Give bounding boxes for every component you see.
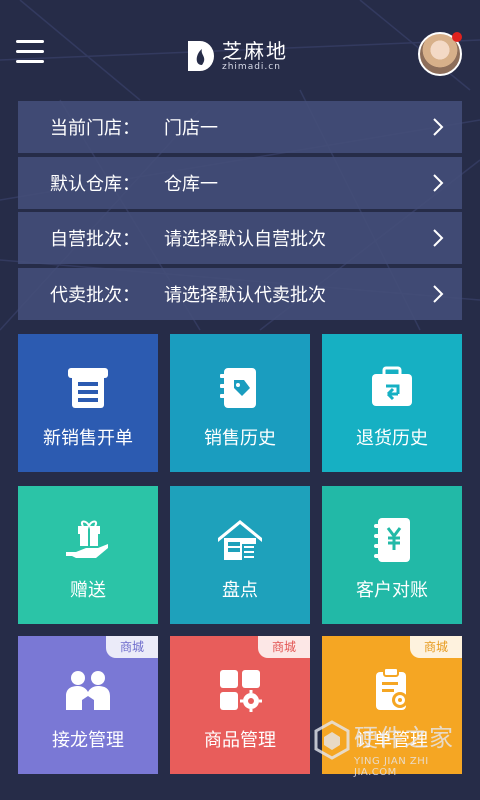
chevron-right-icon	[433, 173, 444, 192]
mall-tag: 商城	[258, 636, 310, 658]
mall-tag: 商城	[410, 636, 462, 658]
tile-customer-statement[interactable]: 客户对账	[322, 486, 462, 624]
tile-label: 退货历史	[356, 428, 428, 449]
row-value: 请选择默认代卖批次	[164, 284, 326, 306]
tile-gift[interactable]: 赠送	[18, 486, 158, 624]
tile-label: 销售历史	[204, 428, 276, 449]
tile-label: 新销售开单	[43, 428, 133, 449]
tile-label: 赠送	[70, 580, 106, 601]
tile-new-sale[interactable]: 新销售开单	[18, 334, 158, 472]
watermark-title: 硬件之家	[354, 724, 454, 752]
settings-row-consign-batch[interactable]: 代卖批次： 请选择默认代卖批次	[18, 267, 462, 320]
tile-label: 商品管理	[204, 730, 276, 751]
settings-row-warehouse[interactable]: 默认仓库： 仓库一	[18, 156, 462, 209]
row-value: 仓库一	[164, 173, 218, 195]
tile-sales-history[interactable]: 销售历史	[170, 334, 310, 472]
chevron-right-icon	[433, 118, 444, 136]
tile-label: 客户对账	[356, 580, 428, 601]
logo-subtitle: zhimadi.cn	[222, 62, 281, 72]
gift-hand-icon	[66, 520, 108, 558]
grid-gear-icon	[220, 670, 262, 712]
chevron-right-icon	[433, 284, 444, 303]
return-box-icon	[372, 366, 412, 406]
settings-row-store[interactable]: 当前门店： 门店一	[18, 101, 462, 153]
row-label: 代卖批次：	[50, 284, 140, 306]
watermark: 硬件之家 YING JIAN ZHI JIA.COM	[312, 712, 472, 782]
tile-inventory[interactable]: 盘点	[170, 486, 310, 624]
app-logo: 芝麻地 zhimadi.cn	[186, 36, 288, 76]
ledger-yen-icon	[374, 518, 410, 562]
watermark-logo-icon	[314, 720, 350, 760]
tile-relay-management[interactable]: 商城 接龙管理	[18, 636, 158, 774]
menu-icon[interactable]	[16, 40, 44, 64]
settings-list: 当前门店： 门店一 默认仓库： 仓库一 自营批次： 请选择默认自营批次 代卖批次…	[18, 101, 462, 323]
notebook-tag-icon	[220, 368, 256, 408]
logo-title: 芝麻地	[222, 39, 288, 63]
row-value: 门店一	[164, 118, 218, 139]
tile-product-management[interactable]: 商城 商品管理	[170, 636, 310, 774]
chevron-right-icon	[433, 229, 444, 247]
cashier-icon	[68, 368, 108, 408]
warehouse-icon	[218, 520, 262, 560]
header: 芝麻地 zhimadi.cn	[0, 0, 480, 100]
notification-dot	[452, 32, 462, 42]
people-icon	[66, 671, 110, 710]
row-label: 默认仓库：	[50, 173, 140, 195]
row-label: 自营批次：	[50, 229, 140, 250]
tile-label: 接龙管理	[52, 730, 124, 751]
settings-row-self-batch[interactable]: 自营批次： 请选择默认自营批次	[18, 212, 462, 264]
row-label: 当前门店：	[50, 118, 140, 139]
clipboard-gear-icon	[376, 667, 408, 710]
row-value: 请选择默认自营批次	[164, 229, 326, 250]
logo-mark-icon	[188, 41, 214, 71]
tile-label: 盘点	[222, 580, 258, 601]
mall-tag: 商城	[106, 636, 158, 658]
tile-return-history[interactable]: 退货历史	[322, 334, 462, 472]
watermark-subtitle: YING JIAN ZHI JIA.COM	[354, 756, 429, 778]
